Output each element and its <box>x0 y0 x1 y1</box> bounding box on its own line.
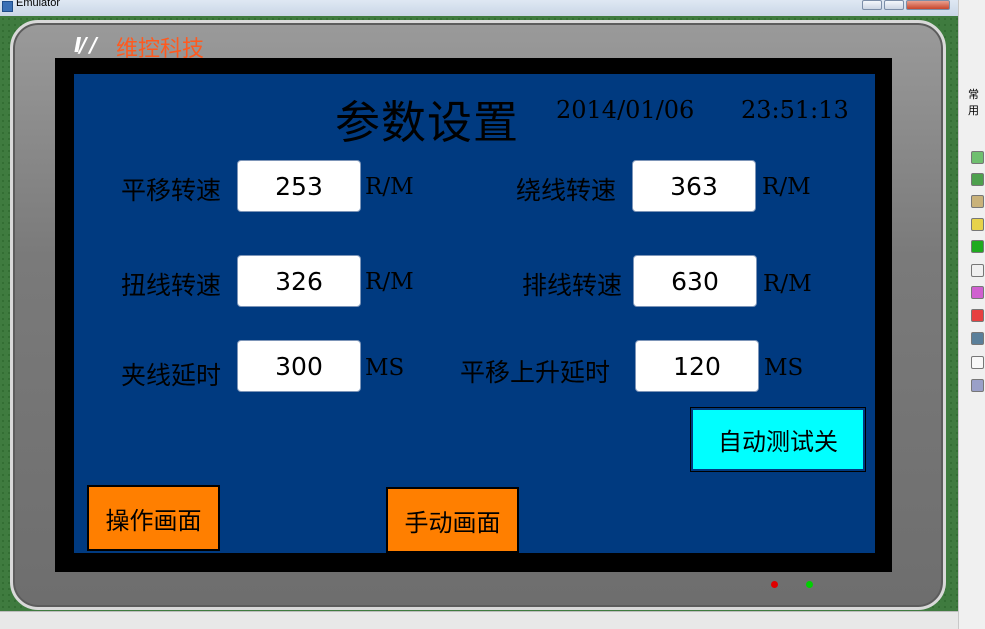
param-input[interactable]: 630 <box>633 255 757 307</box>
maximize-button[interactable] <box>884 0 904 10</box>
palette-tool-icon[interactable] <box>971 240 984 253</box>
param-input[interactable]: 363 <box>632 160 756 212</box>
time-display: 23:51:13 <box>741 96 849 124</box>
param-label: 平移上升延时 <box>460 358 611 387</box>
window-titlebar <box>0 0 958 16</box>
close-button[interactable] <box>906 0 950 10</box>
palette-tool-icon[interactable] <box>971 264 984 277</box>
red-led-indicator <box>771 581 778 588</box>
param-unit: R/M <box>763 271 812 297</box>
param-unit: MS <box>764 355 804 381</box>
param-unit: R/M <box>365 269 414 295</box>
param-unit: R/M <box>762 174 811 200</box>
palette-tool-icon[interactable] <box>971 195 984 208</box>
status-strip <box>0 611 958 629</box>
green-led-indicator <box>806 581 813 588</box>
minimize-button[interactable] <box>862 0 882 10</box>
operation-screen-button[interactable]: 操作画面 <box>87 485 220 551</box>
palette-tool-icon[interactable] <box>971 151 984 164</box>
app-icon <box>2 1 13 12</box>
param-label: 夹线延时 <box>121 361 222 390</box>
palette-title: 常用 <box>968 88 979 117</box>
param-input[interactable]: 326 <box>237 255 361 307</box>
palette-tool-icon[interactable] <box>971 379 984 392</box>
param-unit: MS <box>365 355 405 381</box>
param-label: 扭线转速 <box>121 271 222 300</box>
palette-tool-icon[interactable] <box>971 173 984 186</box>
brand-logo-icon: I/ / <box>74 33 97 57</box>
param-label: 排线转速 <box>522 271 623 300</box>
palette-tool-icon[interactable] <box>971 286 984 299</box>
auto-test-toggle-button[interactable]: 自动测试关 <box>691 408 865 471</box>
param-input[interactable]: 120 <box>635 340 759 392</box>
window-title: Emulator <box>16 0 61 9</box>
palette-tool-icon[interactable] <box>971 218 984 231</box>
page-title: 参数设置 <box>335 96 520 149</box>
manual-screen-button[interactable]: 手动画面 <box>386 487 519 553</box>
palette-tool-icon[interactable] <box>971 309 984 322</box>
palette-tool-icon[interactable] <box>971 332 984 345</box>
palette-tool-icon[interactable] <box>971 356 984 369</box>
param-input[interactable]: 253 <box>237 160 361 212</box>
param-label: 绕线转速 <box>516 176 617 205</box>
param-input[interactable]: 300 <box>237 340 361 392</box>
param-label: 平移转速 <box>121 176 222 205</box>
param-unit: R/M <box>365 174 414 200</box>
date-display: 2014/01/06 <box>556 96 695 124</box>
